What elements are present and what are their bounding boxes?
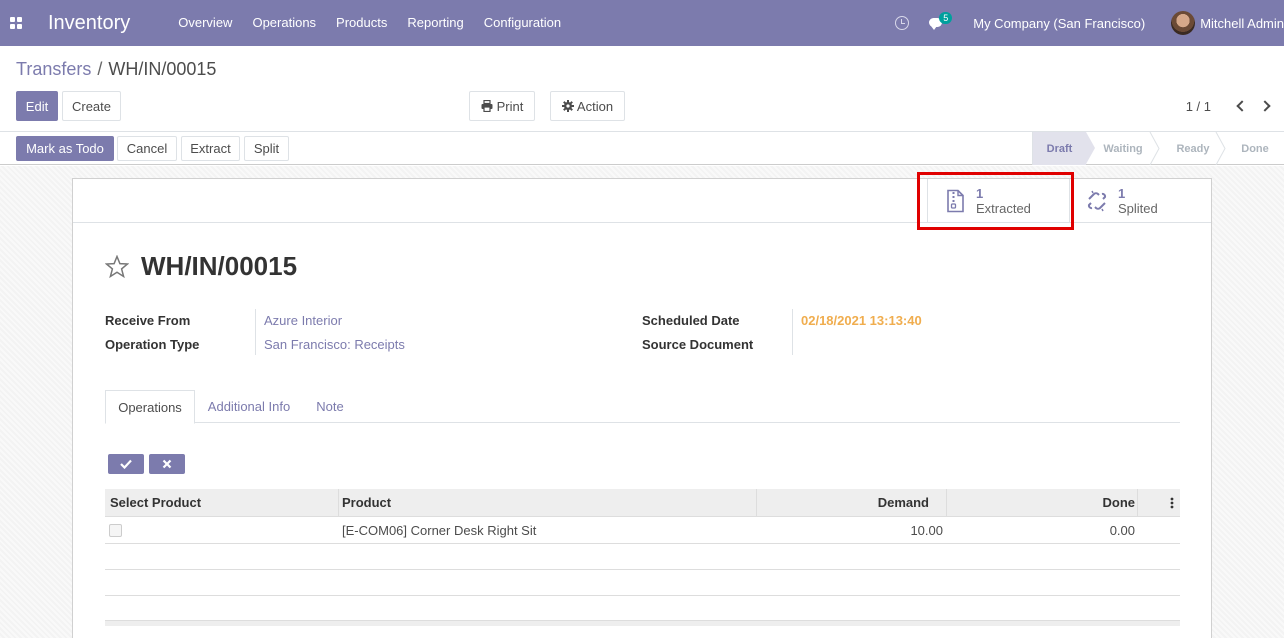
activity-clock-icon[interactable]: [895, 16, 910, 30]
breadcrumb-transfers[interactable]: Transfers: [16, 59, 91, 80]
row-done[interactable]: 0.00: [1110, 517, 1135, 544]
table-header: Select Product Product Demand Done: [105, 489, 1180, 517]
operation-type-label: Operation Type: [105, 337, 200, 352]
splited-smart-button[interactable]: 1 Splited: [1069, 179, 1211, 223]
tab-additional-info[interactable]: Additional Info: [201, 390, 297, 423]
splited-label: Splited: [1118, 201, 1158, 216]
table-footer: [105, 620, 1180, 626]
source-document-label: Source Document: [642, 337, 754, 352]
empty-row: [105, 570, 1180, 596]
stage-done: Done: [1241, 142, 1269, 155]
pager-value[interactable]: 1 / 1: [1186, 99, 1211, 114]
printer-icon: [481, 100, 493, 112]
unselect-all-button[interactable]: [149, 454, 185, 474]
breadcrumb: Transfers / WH/IN/00015: [16, 59, 216, 80]
action-label: Action: [576, 98, 614, 114]
form-sheet: 1 Extracted 1 Splited WH/IN/00015 Receiv…: [72, 178, 1212, 638]
user-avatar[interactable]: [1171, 11, 1196, 35]
table-row[interactable]: [E-COM06] Corner Desk Right Sit 10.00 0.…: [105, 517, 1180, 544]
column-select-product[interactable]: Select Product: [110, 489, 201, 517]
operations-table: Select Product Product Demand Done [E-CO…: [105, 489, 1180, 626]
stage-ready-label: Ready: [1176, 142, 1210, 155]
apps-menu-icon[interactable]: [0, 0, 32, 46]
row-demand[interactable]: 10.00: [910, 517, 943, 544]
extracted-highlight-box: [917, 172, 1074, 230]
user-menu[interactable]: Mitchell Admin: [1200, 16, 1284, 31]
left-field-divider: [255, 309, 256, 355]
column-product[interactable]: Product: [342, 489, 391, 517]
splited-count: 1: [1118, 186, 1126, 201]
column-done[interactable]: Done: [1103, 489, 1136, 517]
breadcrumb-current: WH/IN/00015: [108, 59, 217, 79]
record-name: WH/IN/00015: [141, 251, 298, 281]
pager-next-icon[interactable]: [1259, 100, 1271, 112]
empty-row: [105, 544, 1180, 570]
scheduled-date-label: Scheduled Date: [642, 313, 740, 328]
action-button[interactable]: Action: [550, 91, 625, 121]
breadcrumb-separator: /: [97, 59, 103, 79]
edit-button[interactable]: Edit: [16, 91, 58, 121]
stage-waiting: Waiting: [1086, 132, 1160, 165]
menu-overview[interactable]: Overview: [168, 0, 242, 46]
stage-waiting-label: Waiting: [1103, 142, 1143, 155]
close-icon: [162, 459, 172, 469]
main-menu: Overview Operations Products Reporting C…: [168, 0, 571, 46]
chain-broken-icon: [1087, 190, 1107, 212]
select-all-button[interactable]: [108, 454, 144, 474]
extract-button[interactable]: Extract: [181, 136, 240, 161]
stage-draft: Draft: [1032, 132, 1095, 165]
create-button[interactable]: Create: [62, 91, 121, 121]
print-label: Print: [496, 98, 524, 114]
stage-pipeline: Draft Waiting Ready Done: [1032, 132, 1284, 165]
split-button[interactable]: Split: [244, 136, 289, 161]
column-demand[interactable]: Demand: [878, 489, 929, 517]
tab-note[interactable]: Note: [309, 390, 351, 423]
row-select-checkbox[interactable]: [109, 524, 122, 537]
optional-columns-icon[interactable]: [1170, 497, 1174, 509]
right-field-divider: [792, 309, 793, 355]
record-title-row: WH/IN/00015: [105, 251, 297, 282]
app-name[interactable]: Inventory: [48, 12, 130, 35]
operation-type-value[interactable]: San Francisco: Receipts: [264, 337, 405, 352]
messaging-icon[interactable]: 5: [929, 12, 953, 30]
menu-configuration[interactable]: Configuration: [474, 0, 571, 46]
top-navbar: Inventory Overview Operations Products R…: [0, 0, 1284, 46]
star-icon[interactable]: [105, 254, 129, 279]
stage-ready: Ready: [1160, 132, 1226, 165]
cancel-button[interactable]: Cancel: [117, 136, 177, 161]
receive-from-label: Receive From: [105, 313, 191, 328]
notebook-tabs: Operations Additional Info Note: [105, 390, 1180, 424]
menu-products[interactable]: Products: [326, 0, 397, 46]
check-icon: [120, 459, 132, 469]
tab-operations[interactable]: Operations: [105, 390, 195, 424]
menu-operations[interactable]: Operations: [242, 0, 326, 46]
gear-icon: [561, 100, 574, 112]
menu-reporting[interactable]: Reporting: [397, 0, 473, 46]
scheduled-date-value: 02/18/2021 13:13:40: [801, 313, 922, 328]
receive-from-value[interactable]: Azure Interior: [264, 313, 342, 328]
print-button[interactable]: Print: [469, 91, 535, 121]
company-switcher[interactable]: My Company (San Francisco): [973, 16, 1145, 31]
mark-as-todo-button[interactable]: Mark as Todo: [16, 136, 114, 161]
messages-count-badge: 5: [939, 12, 953, 24]
statusbar: Mark as Todo Cancel Extract Split Draft …: [0, 132, 1284, 165]
row-product[interactable]: [E-COM06] Corner Desk Right Sit: [342, 517, 536, 544]
pager-previous-icon[interactable]: [1236, 100, 1248, 112]
